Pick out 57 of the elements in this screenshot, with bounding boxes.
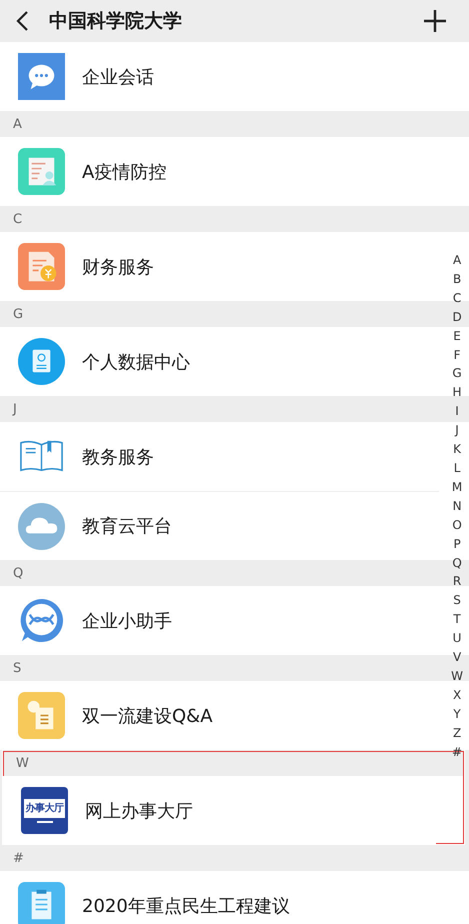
index-letter[interactable]: K (453, 440, 461, 459)
item-label: A疫情防控 (82, 160, 166, 184)
section-letter: Q (13, 566, 24, 580)
item-label: 网上办事大厅 (85, 800, 193, 822)
back-icon[interactable] (15, 10, 29, 32)
section-letter: # (13, 850, 24, 866)
index-letter[interactable]: V (452, 648, 462, 667)
item-label: 双一流建设Q&A (82, 704, 213, 728)
index-letter[interactable]: U (452, 629, 462, 648)
invoice-coin-icon (18, 243, 65, 290)
question-document-icon (18, 692, 65, 739)
index-letter[interactable]: I (455, 402, 459, 422)
index-letter[interactable]: G (452, 364, 462, 384)
index-letter[interactable]: E (453, 326, 461, 346)
index-letter[interactable]: A (452, 251, 462, 270)
section-letter: W (16, 756, 29, 770)
index-letter[interactable]: Y (453, 704, 461, 724)
index-letter[interactable]: J (455, 421, 459, 440)
clipboard-icon (18, 882, 65, 924)
index-letter[interactable]: N (452, 496, 462, 516)
index-letter[interactable]: F (454, 346, 461, 364)
item-label: 个人数据中心 (82, 350, 190, 374)
index-letter[interactable]: D (452, 308, 462, 327)
id-card-icon (18, 338, 65, 385)
item-label: 教育云平台 (82, 515, 172, 538)
item-label: 企业会话 (82, 66, 154, 88)
add-icon[interactable] (423, 9, 447, 33)
item-label: 企业小助手 (82, 610, 172, 632)
section-letter: S (13, 660, 22, 676)
section-letter: J (13, 402, 17, 416)
cloud-icon (18, 502, 65, 550)
index-letter[interactable]: T (453, 610, 461, 630)
index-letter[interactable]: L (454, 458, 460, 478)
index-letter[interactable]: S (453, 591, 461, 610)
item-label: 财务服务 (82, 256, 154, 278)
chat-bubble-icon (18, 53, 65, 100)
index-letter[interactable]: R (452, 572, 462, 592)
index-letter[interactable]: C (452, 288, 462, 308)
section-letter: A (13, 116, 22, 132)
page-title: 中国科学院大学 (49, 9, 183, 34)
app-item[interactable]: 办事大厅 网上办事大厅 (3, 776, 436, 845)
index-letter[interactable]: H (452, 383, 462, 402)
index-letter[interactable]: P (453, 534, 461, 554)
section-letter: C (13, 212, 22, 226)
index-letter[interactable]: Z (452, 724, 462, 743)
monitor-icon: 办事大厅 (21, 787, 68, 834)
index-letter[interactable]: O (452, 516, 462, 535)
chat-helix-icon (18, 597, 65, 644)
index-letter[interactable]: M (452, 478, 462, 497)
index-letter[interactable]: W (451, 666, 463, 686)
index-letter[interactable]: B (452, 270, 462, 289)
list-person-icon (18, 148, 65, 195)
index-letter[interactable]: Q (452, 554, 462, 572)
section-letter: G (13, 306, 24, 322)
item-label: 教务服务 (82, 446, 154, 468)
index-letter[interactable]: X (452, 686, 462, 705)
item-label: 2020年重点民生工程建议 (82, 894, 290, 918)
